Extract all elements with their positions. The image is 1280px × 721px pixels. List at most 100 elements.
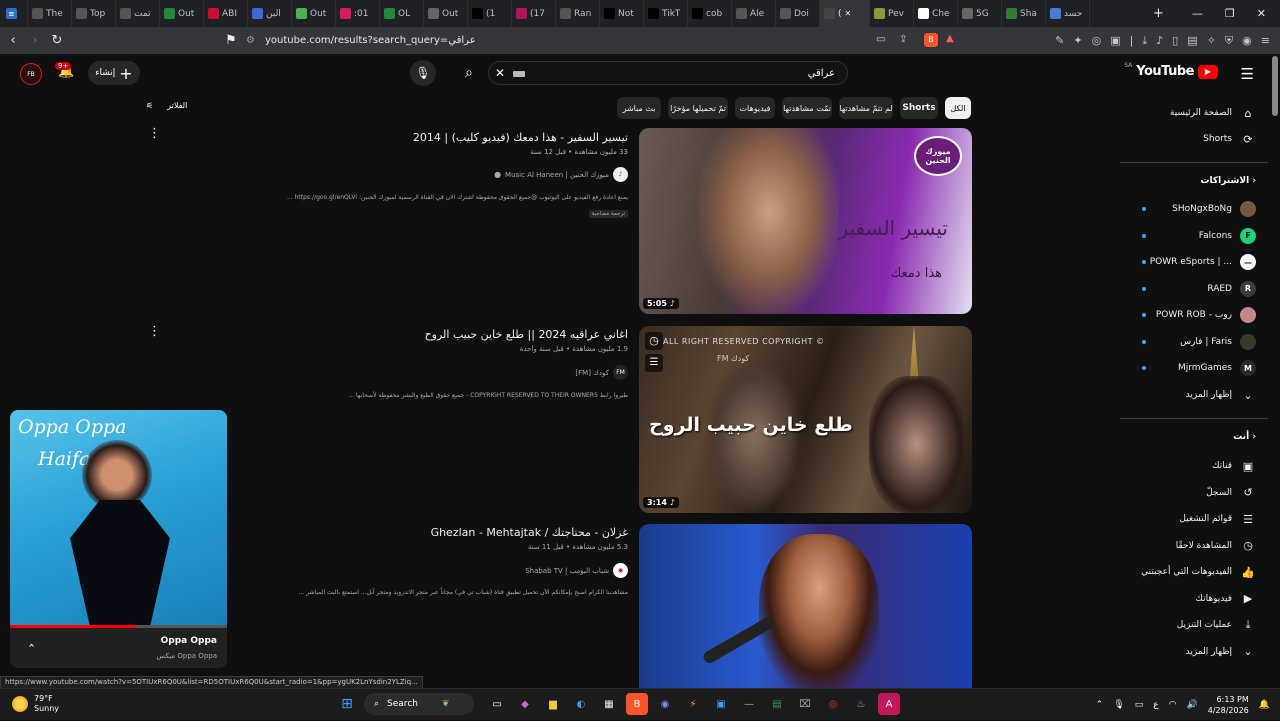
filters-button[interactable]: ⚟ الفلاتر xyxy=(146,101,187,110)
vpn-icon[interactable]: ⛨ xyxy=(1225,34,1233,48)
browser-tab[interactable]: Sha xyxy=(1002,0,1046,27)
browser-tab[interactable]: (17 xyxy=(512,0,556,27)
browser-tab[interactable]: تمت xyxy=(116,0,160,27)
sidebar-item-thumbs-up[interactable]: الفيديوهات التي أعجبتني 👍 xyxy=(1120,559,1280,585)
sidebar-item-video[interactable]: فيديوهاتك ▶ xyxy=(1120,586,1280,612)
new-tab-button[interactable]: + xyxy=(1147,6,1170,21)
browser-tab[interactable]: Out xyxy=(160,0,204,27)
browser-tab[interactable]: Doi xyxy=(776,0,820,27)
sidebar-item-playlist[interactable]: قوائم التشغيل ☰ xyxy=(1120,506,1280,532)
edge-icon[interactable]: ◐ xyxy=(570,693,592,715)
puzzle-icon[interactable]: ✦ xyxy=(1073,34,1082,47)
search-button[interactable]: ⌕ xyxy=(452,61,486,85)
excel-icon[interactable]: ▤ xyxy=(766,693,788,715)
create-button[interactable]: إنشاء + xyxy=(88,61,140,85)
sidebar-subscription[interactable]: فارس | Faris xyxy=(1120,329,1280,355)
channel-row[interactable]: ◉ شباب البومب | Shabab TV xyxy=(525,563,628,578)
rewards-icon[interactable]: ▲ xyxy=(946,33,954,44)
page-scrollbar[interactable] xyxy=(1272,56,1278,116)
site-info-icon[interactable]: ⚙ xyxy=(246,35,255,46)
account-avatar[interactable]: FB xyxy=(20,63,42,85)
search-box[interactable]: عراقي ✕ xyxy=(488,61,848,85)
sidebar-subscription[interactable]: MjrmGames M xyxy=(1120,355,1280,381)
browser-tab[interactable]: Not xyxy=(600,0,644,27)
app-icon[interactable]: ⌧ xyxy=(794,693,816,715)
browser-tab[interactable]: Pev xyxy=(870,0,914,27)
close-tab-icon[interactable]: ✕ xyxy=(845,9,852,18)
miniplayer-artwork[interactable]: Oppa Oppa Haifa xyxy=(10,410,227,627)
browser-tab[interactable]: TikT xyxy=(644,0,688,27)
notifications-icon[interactable]: 🔔 xyxy=(1259,700,1270,710)
sidebar-subscription[interactable]: SHoNgxBoNg xyxy=(1120,196,1280,222)
sidebar-item-home[interactable]: الصفحة الرئيسية ⌂ xyxy=(1120,100,1280,126)
music-icon[interactable]: ♪ xyxy=(1156,34,1163,47)
filter-chip[interactable]: لم تتمّ مشاهدتها xyxy=(839,97,893,119)
download-icon[interactable]: ⤓ xyxy=(1142,34,1147,48)
sidebar-subscription[interactable]: Falcons F xyxy=(1120,223,1280,249)
sidebar-item-shorts[interactable]: Shorts ⟳ xyxy=(1120,126,1280,152)
keyboard-icon[interactable] xyxy=(513,71,525,77)
minimize-button[interactable]: — xyxy=(1192,7,1203,20)
sidebar-subscription[interactable]: RAED R xyxy=(1120,276,1280,302)
steam-icon[interactable]: ♨ xyxy=(850,693,872,715)
sidebar-item-person[interactable]: قناتك ▣ xyxy=(1120,453,1280,479)
watch-later-icon[interactable]: ◷ xyxy=(645,332,663,350)
tray-overflow-icon[interactable]: ⌃ xyxy=(1096,700,1104,710)
browser-tab[interactable]: Ran xyxy=(556,0,600,27)
sidebar-item-download[interactable]: عمليات التنزيل ⤓ xyxy=(1120,612,1280,638)
browser-tab[interactable]: 5G xyxy=(958,0,1002,27)
filter-chip[interactable]: تمّ تحميلها مؤخرًا xyxy=(668,97,728,119)
video-thumbnail[interactable]: ALL RIGHT RESERVED COPYRIGHT © كودك FM ط… xyxy=(639,326,972,513)
subscriptions-show-more[interactable]: إظهار المزيد ⌄ xyxy=(1120,382,1280,408)
leo-icon[interactable]: ✧ xyxy=(1207,34,1216,47)
browser-tab[interactable]: :01 xyxy=(336,0,380,27)
clock[interactable]: 6:13 PM 4/28/2026 xyxy=(1208,694,1249,716)
browser-tab[interactable]: ABI xyxy=(204,0,248,27)
bookmark-icon[interactable]: ⚑ xyxy=(220,33,242,48)
cast-icon[interactable]: ▭ xyxy=(876,34,885,45)
maximize-button[interactable]: ❐ xyxy=(1225,7,1235,20)
filter-chip[interactable]: Shorts xyxy=(900,97,938,119)
filter-chip[interactable]: الكل xyxy=(945,97,971,119)
copilot-icon[interactable]: ◆ xyxy=(514,693,536,715)
share-icon[interactable]: ⇪ xyxy=(899,34,907,45)
taskbar-search[interactable]: ⌕ Search ❦ xyxy=(364,693,474,715)
chrome-icon[interactable]: ◎ xyxy=(822,693,844,715)
browser-tab[interactable]: OL xyxy=(380,0,424,27)
app-icon[interactable]: — xyxy=(738,693,760,715)
volume-icon[interactable]: 🔊 xyxy=(1187,700,1198,710)
filter-chip[interactable]: تمّت مشاهدتها xyxy=(782,97,832,119)
video-title[interactable]: تيسير السفير - هذا دمعك (فيديو كليب) | 2… xyxy=(413,131,628,144)
app-icon[interactable]: A xyxy=(878,693,900,715)
browser-tab[interactable]: The xyxy=(28,0,72,27)
youtube-logo[interactable]: ▶ YouTube SA xyxy=(1124,62,1218,79)
profile-icon[interactable]: ◉ xyxy=(1242,34,1252,47)
menu-icon[interactable]: ≡ xyxy=(1261,34,1270,47)
you-heading[interactable]: أنت › xyxy=(1233,432,1256,442)
task-view-icon[interactable]: ▭ xyxy=(486,693,508,715)
brave-icon[interactable]: B xyxy=(626,693,648,715)
hamburger-menu-icon[interactable]: ☰ xyxy=(1241,65,1254,83)
browser-tab[interactable]: Ale xyxy=(732,0,776,27)
video-thumbnail[interactable]: ميوزك الحنين تيسير السفير هذا دمعك 5:05 … xyxy=(639,128,972,314)
video-title[interactable]: اغاني عراقيه 2024 || طلع خاين حبيب الروح xyxy=(425,328,628,341)
extension-icon[interactable]: ✎ xyxy=(1055,34,1064,47)
video-thumbnail[interactable] xyxy=(639,524,972,688)
filter-chip[interactable]: بث مباشر xyxy=(617,97,661,119)
more-actions-icon[interactable]: ⋮ xyxy=(148,126,161,141)
clear-search-icon[interactable]: ✕ xyxy=(495,66,505,80)
brave-shield-icon[interactable]: B xyxy=(924,33,938,47)
filter-chip[interactable]: فيديوهات xyxy=(735,97,775,119)
battery-icon[interactable]: ▭ xyxy=(1135,700,1144,710)
channel-row[interactable]: FM كودك [FM] xyxy=(575,365,628,380)
search-input[interactable]: عراقي xyxy=(808,68,835,79)
sidebar-icon[interactable]: ▯ xyxy=(1172,34,1178,47)
discord-icon[interactable]: ◉ xyxy=(654,693,676,715)
add-to-queue-icon[interactable]: ☰ xyxy=(645,354,663,372)
extension-icon[interactable]: ▣ xyxy=(1110,34,1120,47)
close-window-button[interactable]: ✕ xyxy=(1257,7,1266,20)
browser-tab[interactable]: البن xyxy=(248,0,292,27)
voice-search-icon[interactable]: 🎙 xyxy=(410,60,436,86)
sidebar-item-chevron-down[interactable]: إظهار المزيد ⌄ xyxy=(1120,639,1280,665)
app-icon[interactable]: ▣ xyxy=(710,693,732,715)
